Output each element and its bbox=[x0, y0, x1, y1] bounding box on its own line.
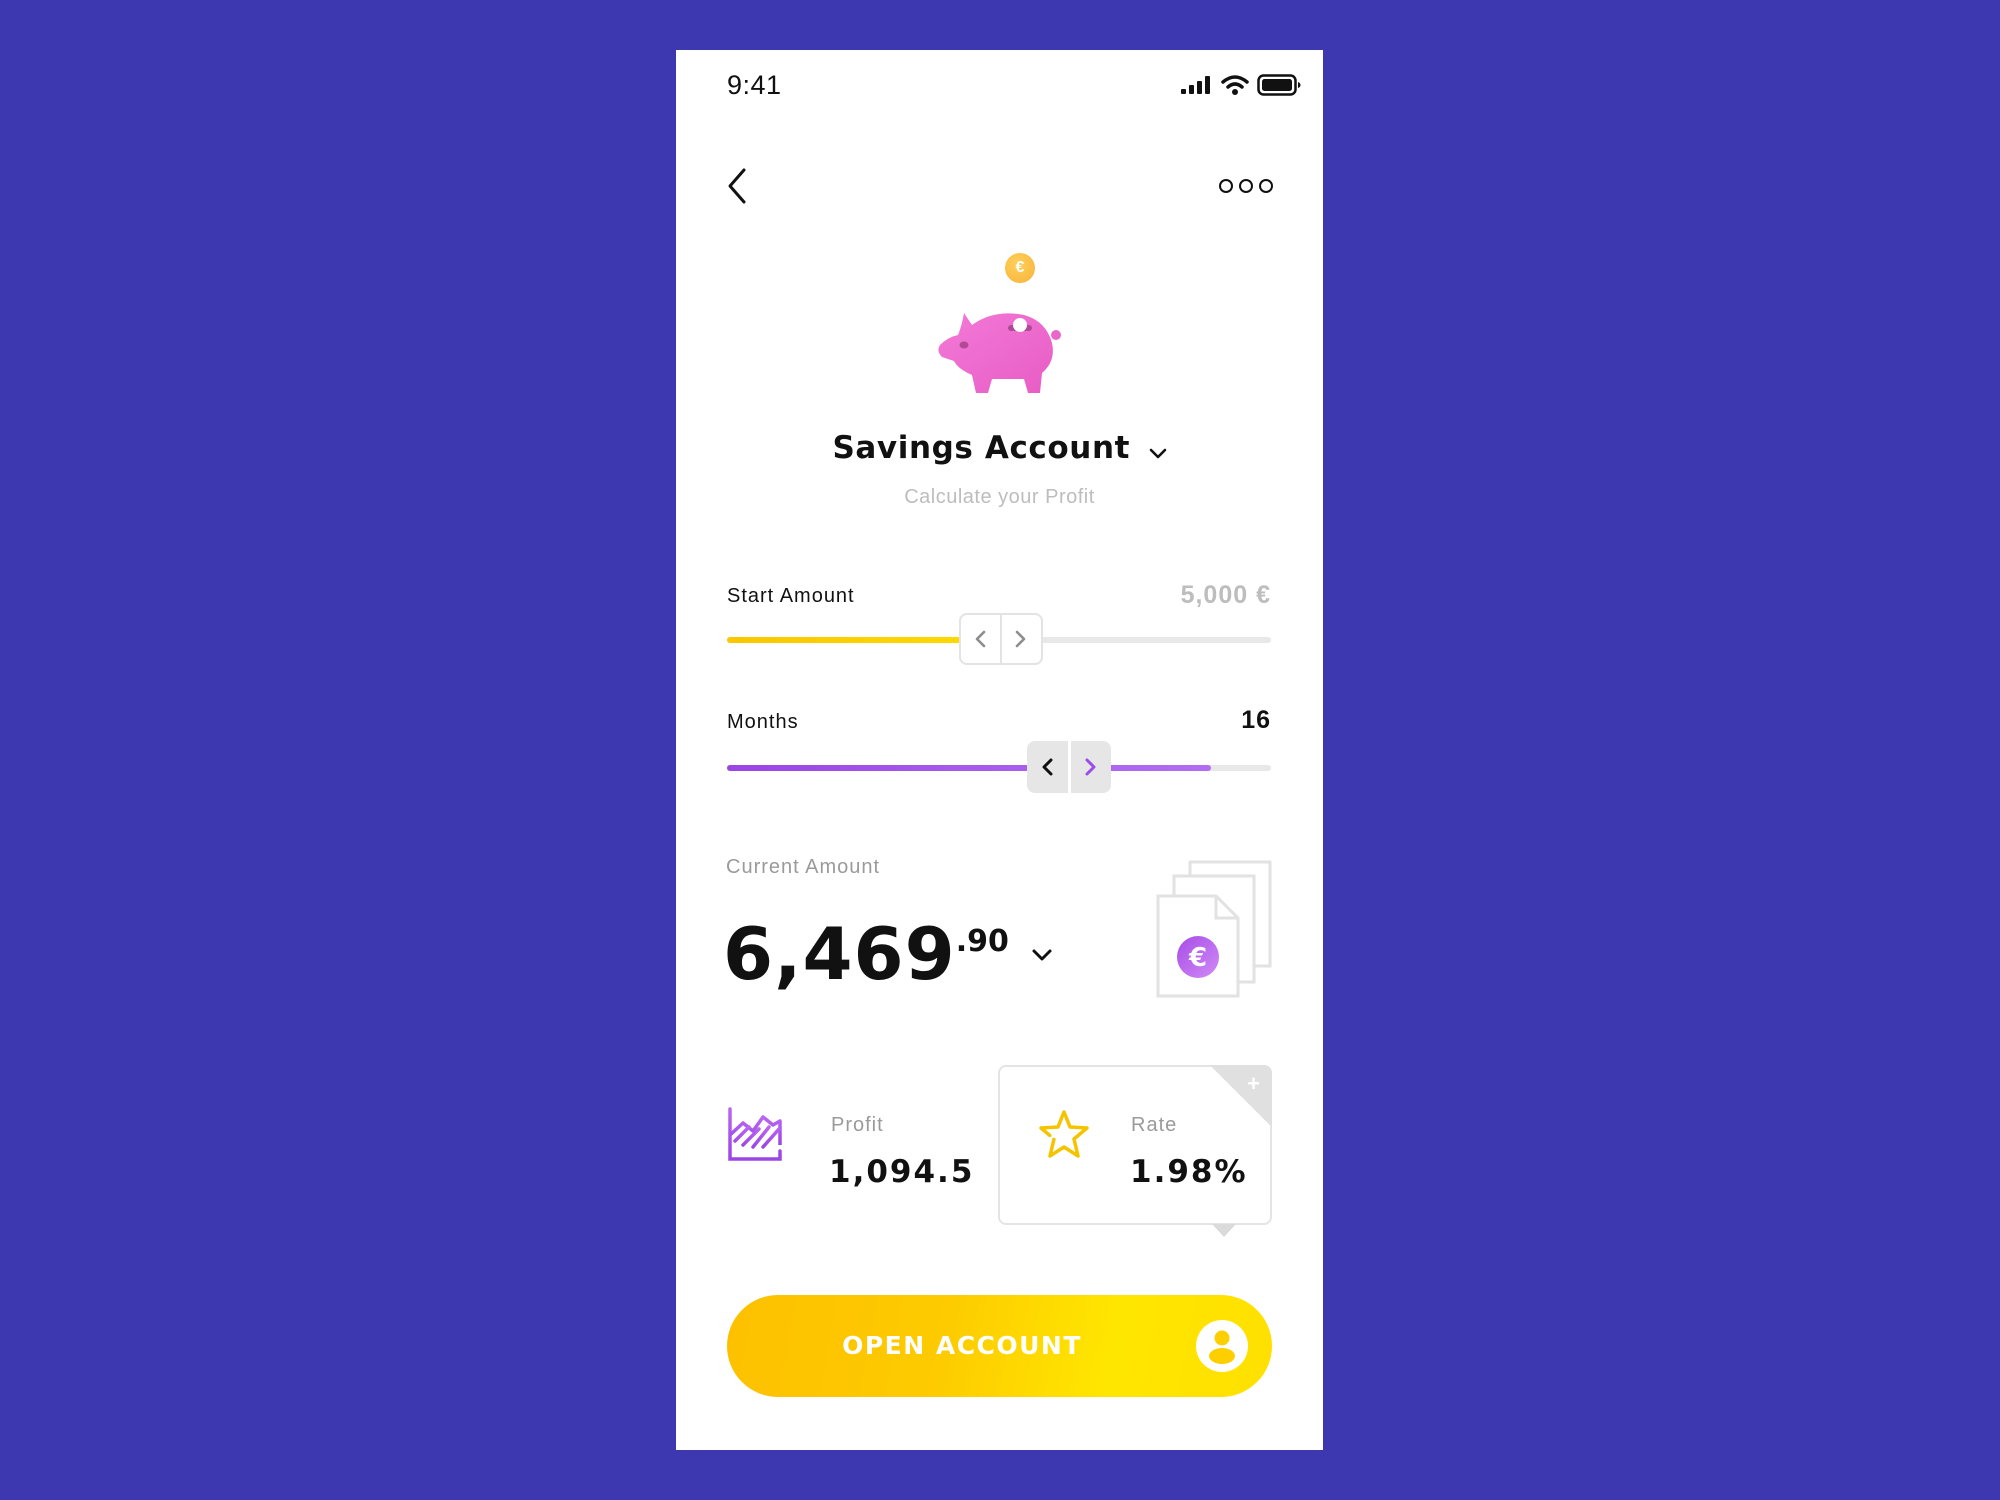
plus-icon[interactable]: + bbox=[1247, 1071, 1260, 1097]
start-amount-value: 5,000 € bbox=[1180, 581, 1271, 609]
status-time: 9:41 bbox=[727, 70, 782, 100]
months-slider[interactable] bbox=[727, 741, 1271, 793]
rate-label: Rate bbox=[1131, 1114, 1178, 1136]
more-horizontal-icon bbox=[1259, 179, 1273, 193]
chevron-right-icon bbox=[1016, 630, 1026, 648]
status-icons bbox=[1181, 74, 1301, 96]
phone-screen: 9:41 € Savings Account Calculate your Pr… bbox=[676, 50, 1323, 1450]
piggy-bank-icon bbox=[938, 313, 1061, 393]
slider-thumb[interactable] bbox=[1027, 741, 1111, 793]
cellular-signal-icon bbox=[1181, 76, 1210, 94]
current-amount-selector[interactable]: 6,469 .90 bbox=[723, 918, 1053, 990]
chevron-right-icon bbox=[1085, 758, 1096, 776]
current-amount-label: Current Amount bbox=[726, 856, 881, 878]
euro-symbol: € bbox=[1188, 943, 1207, 973]
decrease-button[interactable] bbox=[1027, 741, 1071, 793]
decrease-button[interactable] bbox=[961, 615, 1002, 663]
start-amount-label: Start Amount bbox=[727, 585, 855, 607]
increase-button[interactable] bbox=[1002, 615, 1041, 663]
euro-documents-icon: € bbox=[1156, 860, 1272, 998]
battery-icon bbox=[1257, 74, 1301, 96]
back-button[interactable] bbox=[724, 166, 754, 206]
area-chart-icon bbox=[728, 1107, 782, 1161]
account-selector[interactable]: Savings Account bbox=[676, 430, 1323, 466]
chevron-left-icon bbox=[1042, 758, 1053, 776]
rate-value: 1.98% bbox=[1130, 1154, 1248, 1190]
wifi-icon bbox=[1221, 75, 1249, 95]
more-options-button[interactable] bbox=[1213, 176, 1273, 196]
open-account-button[interactable]: OPEN ACCOUNT bbox=[727, 1295, 1272, 1397]
months-value: 16 bbox=[1241, 706, 1271, 734]
account-subtitle: Calculate your Profit bbox=[904, 486, 1095, 508]
slider-fill bbox=[727, 637, 961, 643]
chevron-left-icon bbox=[976, 630, 986, 648]
star-icon bbox=[1039, 1110, 1089, 1158]
more-horizontal-icon bbox=[1239, 179, 1253, 193]
euro-coin-icon: € bbox=[1005, 253, 1035, 283]
current-amount-integer: 6,469 bbox=[723, 912, 956, 996]
slider-thumb[interactable] bbox=[958, 613, 1043, 665]
chevron-down-icon bbox=[1032, 949, 1052, 961]
open-account-label: OPEN ACCOUNT bbox=[842, 1331, 1082, 1360]
profit-value: 1,094.5 bbox=[829, 1154, 975, 1190]
rate-card-corner bbox=[1210, 1065, 1272, 1127]
account-title: Savings Account bbox=[832, 430, 1131, 466]
rate-card-pointer bbox=[1212, 1224, 1236, 1237]
rate-card[interactable]: + Rate 1.98% bbox=[998, 1065, 1272, 1237]
user-avatar-icon bbox=[1196, 1320, 1248, 1372]
slider-fill bbox=[727, 765, 1212, 771]
months-label: Months bbox=[727, 711, 799, 733]
chevron-down-icon bbox=[1149, 448, 1166, 459]
increase-button[interactable] bbox=[1071, 741, 1112, 793]
chevron-left-icon bbox=[728, 168, 746, 204]
more-horizontal-icon bbox=[1219, 179, 1233, 193]
start-amount-slider[interactable] bbox=[727, 613, 1271, 665]
current-amount-decimal: .90 bbox=[955, 924, 1009, 959]
profit-label: Profit bbox=[831, 1114, 884, 1136]
